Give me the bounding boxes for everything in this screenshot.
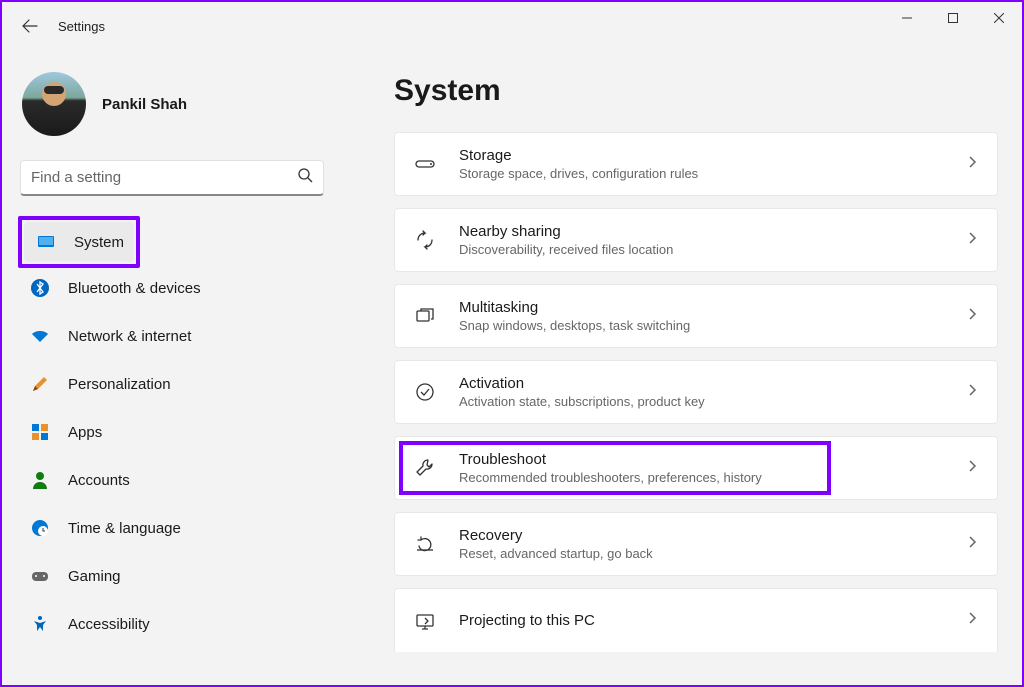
account-icon — [30, 470, 50, 490]
search-input[interactable] — [31, 169, 297, 186]
card-subtitle: Discoverability, received files location — [459, 242, 965, 257]
recovery-icon — [413, 533, 437, 555]
wrench-icon — [413, 457, 437, 479]
sidebar-item-bluetooth[interactable]: Bluetooth & devices — [18, 268, 326, 308]
sidebar-item-label: Personalization — [68, 376, 171, 393]
nav-list: System Bluetooth & devices Network & int… — [18, 216, 326, 644]
minimize-button[interactable] — [884, 2, 930, 34]
card-title: Recovery — [459, 527, 965, 544]
card-storage[interactable]: Storage Storage space, drives, configura… — [394, 132, 998, 196]
card-troubleshoot[interactable]: Troubleshoot Recommended troubleshooters… — [394, 436, 998, 500]
content: System Storage Storage space, drives, co… — [342, 50, 1022, 685]
search-icon — [297, 167, 313, 188]
card-activation[interactable]: Activation Activation state, subscriptio… — [394, 360, 998, 424]
globe-clock-icon — [30, 518, 50, 538]
chevron-right-icon — [965, 307, 979, 326]
sidebar-item-accessibility[interactable]: Accessibility — [18, 604, 326, 644]
wifi-icon — [30, 326, 50, 346]
sidebar-item-label: System — [74, 234, 124, 251]
titlebar: Settings — [2, 2, 1022, 50]
maximize-button[interactable] — [930, 2, 976, 34]
sidebar-item-apps[interactable]: Apps — [18, 412, 326, 452]
bluetooth-icon — [30, 278, 50, 298]
display-icon — [36, 232, 56, 252]
gaming-icon — [30, 566, 50, 586]
close-button[interactable] — [976, 2, 1022, 34]
page-title: System — [394, 74, 998, 108]
apps-icon — [30, 422, 50, 442]
search-box[interactable] — [20, 160, 324, 196]
card-title: Nearby sharing — [459, 223, 965, 240]
sidebar-item-network[interactable]: Network & internet — [18, 316, 326, 356]
card-recovery[interactable]: Recovery Reset, advanced startup, go bac… — [394, 512, 998, 576]
card-title: Activation — [459, 375, 965, 392]
sidebar-item-label: Time & language — [68, 520, 181, 537]
sidebar-item-personalization[interactable]: Personalization — [18, 364, 326, 404]
share-icon — [413, 229, 437, 251]
card-subtitle: Activation state, subscriptions, product… — [459, 394, 965, 409]
multitasking-icon — [413, 305, 437, 327]
chevron-right-icon — [965, 383, 979, 402]
accessibility-icon — [30, 614, 50, 634]
sidebar-item-label: Accessibility — [68, 616, 150, 633]
window-title: Settings — [58, 19, 105, 34]
sidebar-item-time-language[interactable]: Time & language — [18, 508, 326, 548]
card-title: Storage — [459, 147, 965, 164]
card-title: Projecting to this PC — [459, 612, 965, 629]
window-controls — [884, 2, 1022, 34]
card-multitasking[interactable]: Multitasking Snap windows, desktops, tas… — [394, 284, 998, 348]
chevron-right-icon — [965, 459, 979, 478]
sidebar-item-accounts[interactable]: Accounts — [18, 460, 326, 500]
project-icon — [413, 610, 437, 632]
arrow-left-icon — [22, 18, 38, 34]
sidebar-item-label: Apps — [68, 424, 102, 441]
profile-section[interactable]: Pankil Shah — [18, 62, 326, 156]
sidebar: Pankil Shah System Bluetooth & devices — [2, 50, 342, 685]
chevron-right-icon — [965, 231, 979, 250]
card-title: Multitasking — [459, 299, 965, 316]
sidebar-item-label: Bluetooth & devices — [68, 280, 201, 297]
check-circle-icon — [413, 381, 437, 403]
card-subtitle: Recommended troubleshooters, preferences… — [459, 470, 965, 485]
profile-name: Pankil Shah — [102, 96, 187, 113]
brush-icon — [30, 374, 50, 394]
sidebar-item-system[interactable]: System — [18, 216, 326, 268]
sidebar-item-label: Gaming — [68, 568, 121, 585]
chevron-right-icon — [965, 535, 979, 554]
card-subtitle: Reset, advanced startup, go back — [459, 546, 965, 561]
card-projecting[interactable]: Projecting to this PC — [394, 588, 998, 652]
avatar — [22, 72, 86, 136]
card-subtitle: Snap windows, desktops, task switching — [459, 318, 965, 333]
back-button[interactable] — [10, 6, 50, 46]
chevron-right-icon — [965, 155, 979, 174]
chevron-right-icon — [965, 611, 979, 630]
storage-icon — [413, 153, 437, 175]
card-nearby-sharing[interactable]: Nearby sharing Discoverability, received… — [394, 208, 998, 272]
card-subtitle: Storage space, drives, configuration rul… — [459, 166, 965, 181]
card-title: Troubleshoot — [459, 451, 965, 468]
sidebar-item-label: Network & internet — [68, 328, 191, 345]
sidebar-item-gaming[interactable]: Gaming — [18, 556, 326, 596]
sidebar-item-label: Accounts — [68, 472, 130, 489]
